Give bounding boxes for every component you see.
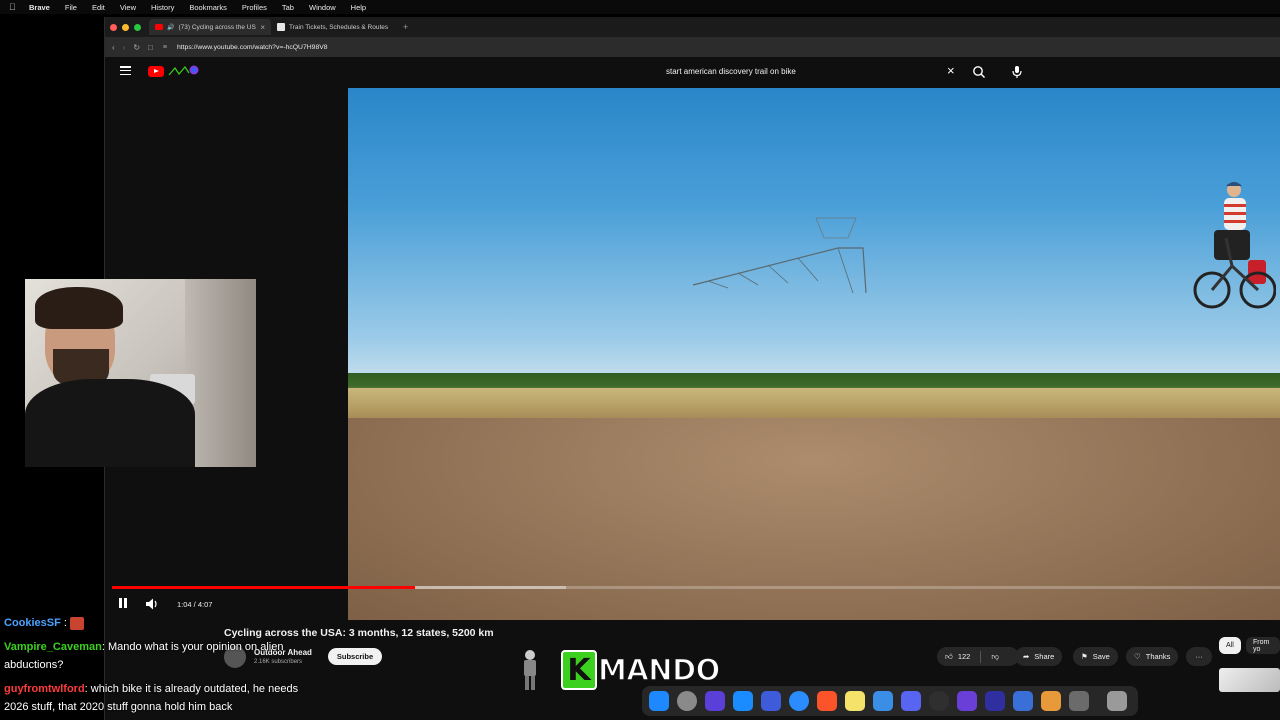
tab-title: Train Tickets, Schedules & Routes [289,23,389,31]
close-tab-icon[interactable]: × [260,23,265,32]
progress-fill [112,586,415,589]
menu-help[interactable]: Help [351,3,366,12]
menu-edit[interactable]: Edit [92,3,105,12]
like-icon[interactable]: 👍︎ [945,652,953,662]
chip-from-channel[interactable]: From yo [1246,637,1280,654]
save-icon: ⚑ [1081,652,1088,661]
share-label: Share [1034,652,1055,661]
chat-message: CookiesSF : [4,614,324,632]
menu-bar:  Brave File Edit View History Bookmarks… [0,0,1280,14]
safari-icon[interactable] [789,691,809,711]
chat-message: Vampire_Caveman: Mando what is your opin… [4,638,324,674]
minimize-window-button[interactable] [122,23,129,31]
thanks-label: Thanks [1145,652,1171,661]
iew-app-icon[interactable] [957,691,977,711]
tab-bar: 🔊 (73) Cycling across the USA × Train Ti… [105,17,1280,37]
progress-bar[interactable] [112,586,1280,589]
thanks-button[interactable]: ♡ Thanks [1126,647,1179,666]
mando-character-icon [524,650,536,690]
bookmark-icon[interactable]: □ [148,43,153,52]
youtube-logo-icon[interactable] [148,66,164,77]
chat-emote-icon [70,616,85,630]
notes-icon[interactable] [845,691,865,711]
menu-history[interactable]: History [151,3,174,12]
tab-title: (73) Cycling across the USA [178,23,257,31]
obs-icon[interactable] [929,691,949,711]
reload-icon[interactable]: ↻ [133,43,140,52]
window-controls [110,23,141,31]
menu-profiles[interactable]: Profiles [242,3,267,12]
chip-all[interactable]: All [1219,637,1241,654]
streamer-name: MANDO [597,652,721,688]
launchpad-icon[interactable] [985,691,1005,711]
more-actions-button[interactable]: ··· [1186,647,1212,666]
navigator-icon[interactable] [761,691,781,711]
app-store-icon[interactable] [733,691,753,711]
folder-app-icon[interactable] [1041,691,1061,711]
youtube-doodle-icon[interactable] [167,63,201,79]
like-count: 122 [957,652,971,661]
menu-bookmarks[interactable]: Bookmarks [189,3,227,12]
chat-username: CookiesSF [4,617,61,629]
search-icon[interactable] [972,65,986,79]
address-bar: ‹ › ↻ □ ≡ https://www.youtube.com/watch?… [105,37,1280,57]
pause-button[interactable] [118,598,128,610]
volume-icon[interactable] [145,597,159,611]
save-button[interactable]: ⚑ Save [1073,647,1118,666]
url-field[interactable]: https://www.youtube.com/watch?v=-hcQU7H9… [177,44,328,51]
finder-icon[interactable] [649,691,669,711]
menu-icon[interactable] [120,66,131,76]
page-favicon-icon [277,23,285,31]
webcam-overlay [25,279,256,467]
site-info-icon[interactable]: ≡ [163,44,167,51]
new-tab-icon[interactable]: + [403,22,408,32]
clear-search-icon[interactable]: × [947,63,955,78]
system-settings-icon[interactable] [677,691,697,711]
share-button[interactable]: ➦ Share [1015,647,1063,666]
menu-brave[interactable]: Brave [29,3,50,12]
thanks-icon: ♡ [1134,652,1141,661]
chat-username: Vampire_Caveman [4,641,102,653]
proton-vpn-icon[interactable] [705,691,725,711]
apple-icon[interactable]:  [9,2,21,12]
save-label: Save [1092,652,1110,661]
menu-view[interactable]: View [120,3,136,12]
nav-controls: ‹ › ↻ □ [112,43,153,52]
search-input[interactable]: start american discovery trail on bike [666,67,796,76]
like-dislike-button[interactable]: 👍︎ 122 👎︎ [937,647,1019,666]
youtube-favicon-icon [155,24,163,30]
discord-icon[interactable] [901,691,921,711]
chat-message: guyfromtwlford: which bike it is already… [4,680,324,716]
time-display: 1:04 / 4:07 [177,600,213,609]
share-icon: ➦ [1023,652,1030,661]
utility-app-icon[interactable] [1069,691,1089,711]
close-window-button[interactable] [110,23,117,31]
dislike-icon[interactable]: 👎︎ [991,652,999,662]
cyclist-image [1193,182,1276,309]
irrigation-pivot-image [692,217,867,294]
forward-icon[interactable]: › [123,43,126,52]
mail-icon[interactable] [873,691,893,711]
back-icon[interactable]: ‹ [112,43,115,52]
related-video-thumbnail[interactable] [1219,668,1280,692]
subscribe-button[interactable]: Subscribe [328,648,382,665]
tab-trains[interactable]: Train Tickets, Schedules & Routes [271,19,395,35]
menu-tab[interactable]: Tab [282,3,294,12]
menu-file[interactable]: File [65,3,77,12]
video-player[interactable] [348,88,1280,620]
menu-window[interactable]: Window [309,3,336,12]
streamer-logo: K MANDO [561,650,721,690]
tab-youtube[interactable]: 🔊 (73) Cycling across the USA × [149,19,271,35]
brave-icon[interactable] [817,691,837,711]
audio-icon[interactable]: 🔊 [167,24,174,31]
microphone-icon[interactable] [1011,65,1023,79]
trash-icon[interactable] [1107,691,1127,711]
chat-username: guyfromtwlford [4,683,85,695]
display-app-icon[interactable] [1013,691,1033,711]
video-road [348,418,1280,620]
youtube-header: start american discovery trail on bike × [105,57,1280,87]
zoom-window-button[interactable] [134,23,141,31]
kick-badge-icon: K [561,650,597,690]
